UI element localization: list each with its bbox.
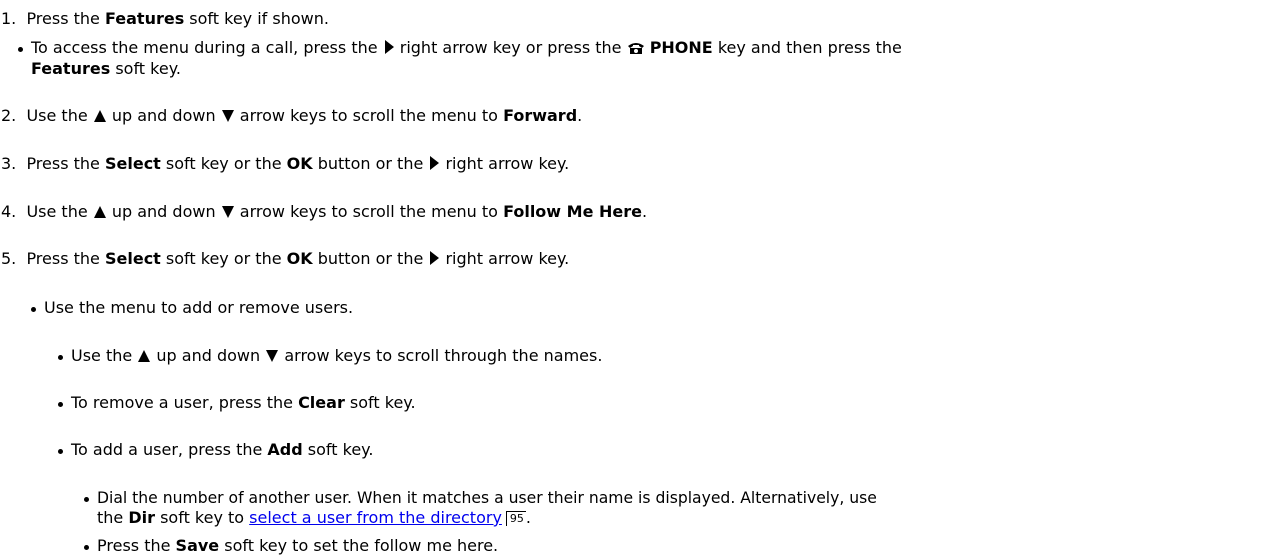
phone-icon (627, 41, 645, 55)
step-2: 2. Use the up and down arrow keys to scr… (1, 106, 583, 125)
right-arrow-icon (428, 250, 440, 266)
right-arrow-icon (383, 39, 395, 55)
down-arrow-icon (221, 109, 235, 123)
step-1-note: To access the menu during a call, press … (18, 38, 902, 57)
step-4: 4. Use the up and down arrow keys to scr… (1, 202, 648, 221)
step-3: 3. Press the Select soft key or the OK b… (1, 154, 570, 173)
bullet-save: Press the Save soft key to set the follo… (83, 536, 499, 555)
up-arrow-icon (137, 349, 151, 363)
bullet-dial: Dial the number of another user. When it… (84, 489, 877, 507)
up-arrow-icon (93, 109, 107, 123)
help-page: 1. Press the Features soft key if shown.… (0, 0, 1279, 555)
down-arrow-icon (265, 349, 279, 363)
down-arrow-icon (221, 205, 235, 219)
bullet-clear: To remove a user, press the Clear soft k… (58, 393, 416, 412)
bullet-add: To add a user, press the Add soft key. (57, 440, 374, 459)
bullet-menu: Use the menu to add or remove users. (30, 298, 354, 317)
step-5: 5. Press the Select soft key or the OK b… (1, 249, 570, 268)
bullet-dial-cont: the Dir soft key to select a user from t… (97, 508, 532, 527)
step-1-note-cont: Features soft key. (31, 59, 181, 78)
up-arrow-icon (93, 205, 107, 219)
directory-link[interactable]: select a user from the directory (249, 508, 502, 527)
bullet-scroll: Use the up and down arrow keys to scroll… (57, 346, 603, 365)
page-ref-badge[interactable]: 95 (505, 511, 526, 526)
right-arrow-icon (428, 155, 440, 171)
step-1: 1. Press the Features soft key if shown. (1, 9, 329, 28)
